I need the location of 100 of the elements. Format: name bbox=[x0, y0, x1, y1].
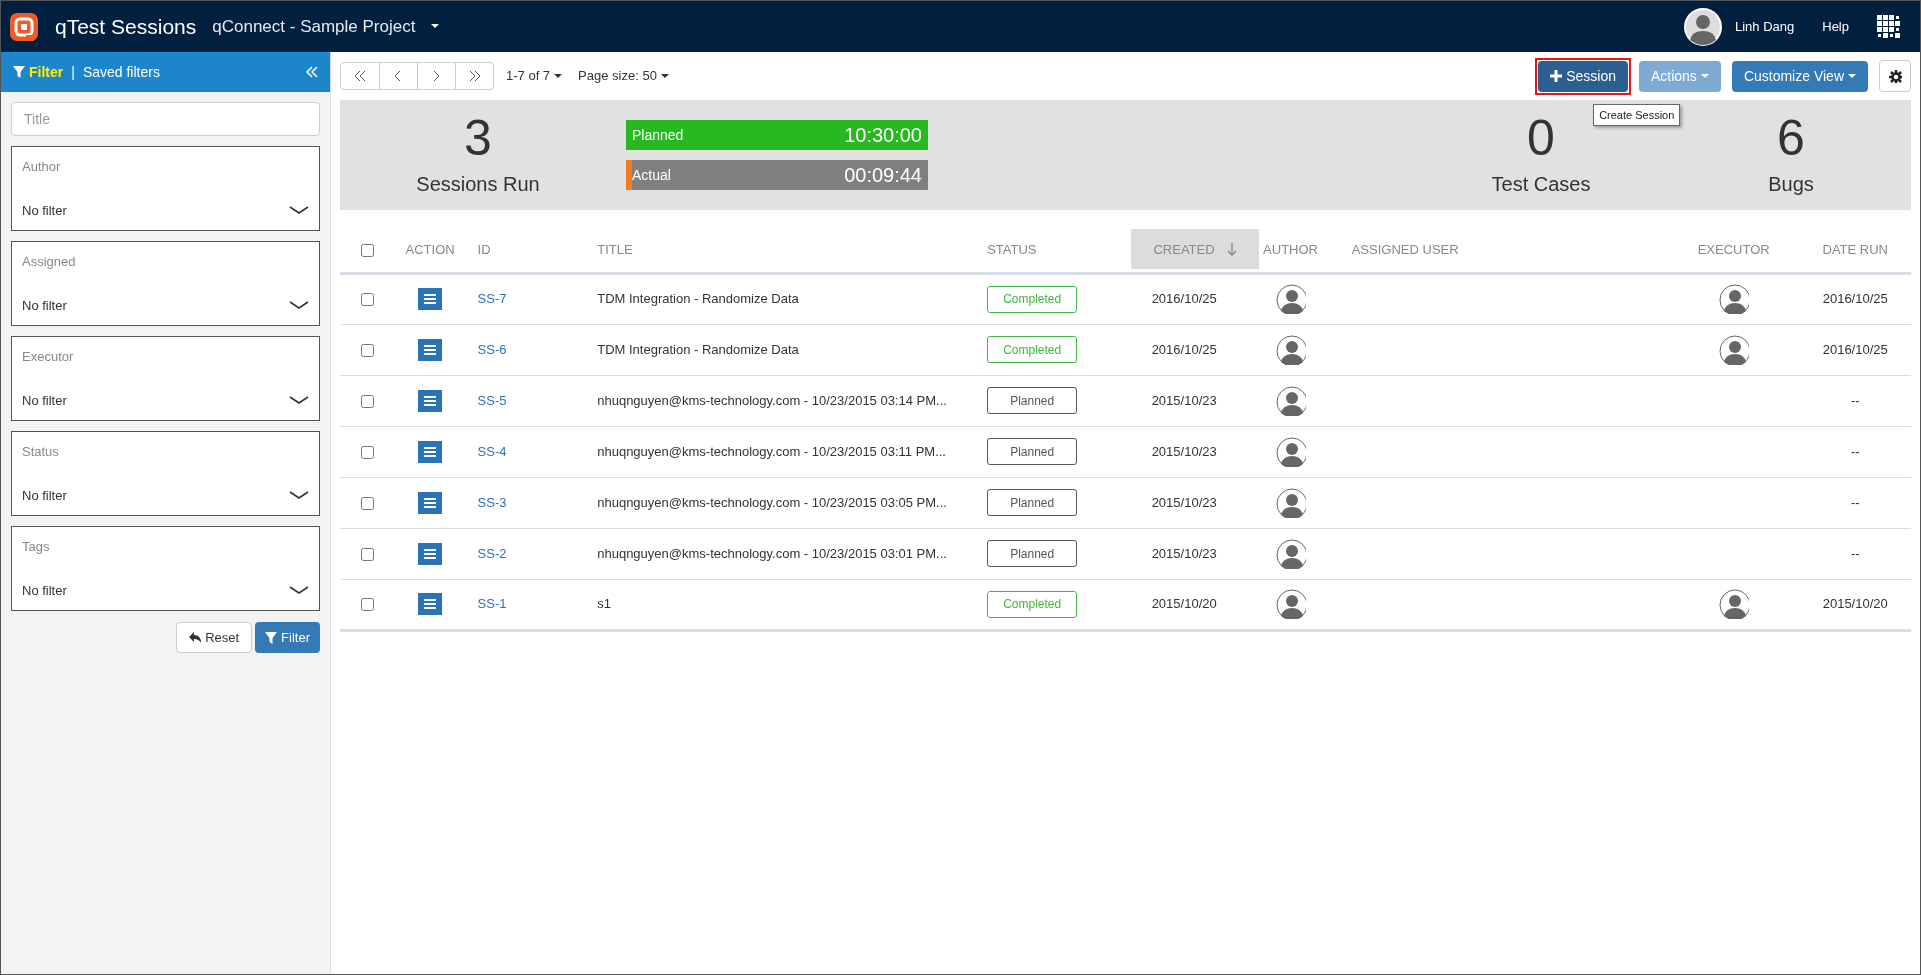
column-header[interactable]: STATUS bbox=[987, 229, 1037, 270]
session-title: TDM Integration - Randomize Data bbox=[597, 341, 799, 357]
date-run: -- bbox=[1850, 443, 1860, 459]
column-header[interactable]: TITLE bbox=[597, 229, 633, 270]
session-id-link[interactable]: SS-5 bbox=[477, 392, 507, 408]
list-menu-icon[interactable] bbox=[418, 389, 443, 412]
user-name[interactable]: Linh Dang bbox=[1734, 16, 1795, 37]
first-page-icon[interactable] bbox=[354, 70, 366, 82]
session-title: TDM Integration - Randomize Data bbox=[597, 291, 799, 307]
column-header[interactable]: ASSIGNED USER bbox=[1351, 229, 1459, 270]
status-badge: Completed bbox=[987, 590, 1078, 618]
help-link[interactable]: Help bbox=[1822, 16, 1849, 37]
session-id-link[interactable]: SS-6 bbox=[477, 341, 507, 357]
session-title: nhuqnguyen@kms-technology.com - 10/23/2015 03:11 PM... bbox=[597, 443, 946, 459]
session-id-link[interactable]: SS-1 bbox=[477, 596, 507, 612]
row-checkbox[interactable] bbox=[360, 343, 374, 357]
date-run: -- bbox=[1850, 392, 1860, 408]
status-badge: Planned bbox=[987, 489, 1078, 516]
author-avatar bbox=[1275, 538, 1306, 569]
caret-icon bbox=[1700, 74, 1709, 78]
session-id-link[interactable]: SS-4 bbox=[477, 443, 507, 459]
new-session-button[interactable]: Session bbox=[1538, 60, 1628, 92]
executor-avatar bbox=[1718, 589, 1749, 619]
column-header[interactable]: ID bbox=[477, 229, 491, 270]
session-id-link[interactable]: SS-3 bbox=[477, 494, 507, 510]
date-run: 2016/10/25 bbox=[1822, 291, 1888, 307]
list-menu-icon[interactable] bbox=[418, 491, 443, 514]
user-avatar[interactable] bbox=[1682, 6, 1723, 47]
last-page-icon[interactable] bbox=[468, 70, 481, 82]
author-avatar bbox=[1275, 487, 1306, 518]
test-cases-label: Test Cases bbox=[1491, 172, 1591, 197]
filter-label: Assigned bbox=[22, 253, 77, 271]
executor-avatar bbox=[1718, 334, 1749, 365]
list-menu-icon[interactable] bbox=[418, 338, 443, 361]
session-id-link[interactable]: SS-7 bbox=[477, 291, 507, 307]
apps-grid-icon[interactable] bbox=[1877, 15, 1900, 38]
select-all-checkbox[interactable] bbox=[360, 243, 374, 257]
chevron-down-icon bbox=[289, 395, 309, 405]
time-bar-label: Planned bbox=[632, 125, 684, 145]
created-date: 2015/10/23 bbox=[1151, 443, 1217, 459]
filter-icon bbox=[13, 66, 25, 78]
session-title: nhuqnguyen@kms-technology.com - 10/23/2015 03:01 PM... bbox=[597, 545, 947, 561]
bugs-label: Bugs bbox=[1768, 172, 1814, 197]
session-id-link[interactable]: SS-2 bbox=[477, 545, 507, 561]
customize-view-button[interactable]: Customize View bbox=[1731, 60, 1868, 92]
list-menu-icon[interactable] bbox=[418, 288, 443, 310]
project-dropdown[interactable]: qConnect - Sample Project bbox=[212, 13, 441, 40]
date-run: -- bbox=[1850, 545, 1860, 561]
row-checkbox[interactable] bbox=[360, 598, 374, 612]
date-run: -- bbox=[1850, 494, 1860, 510]
column-header[interactable]: ACTION bbox=[405, 229, 455, 270]
chevron-down-icon bbox=[289, 585, 309, 595]
created-date: 2015/10/23 bbox=[1151, 545, 1217, 561]
filter-dropdown[interactable]: No filter bbox=[22, 580, 309, 600]
logo-icon bbox=[9, 11, 39, 42]
filter-dropdown[interactable]: No filter bbox=[22, 295, 309, 315]
session-title: s1 bbox=[597, 596, 611, 612]
settings-button[interactable] bbox=[1879, 60, 1911, 92]
filter-tab[interactable]: Saved filters bbox=[82, 61, 160, 83]
filter-dropdown[interactable]: No filter bbox=[22, 200, 309, 220]
title-field[interactable]: Title bbox=[11, 102, 320, 136]
created-date: 2015/10/23 bbox=[1151, 494, 1217, 510]
range-dropdown[interactable]: 1-7 of 7 bbox=[506, 66, 563, 86]
status-badge: Completed bbox=[987, 285, 1078, 313]
settings-icon bbox=[1888, 69, 1902, 83]
author-avatar bbox=[1275, 334, 1306, 365]
caret-icon bbox=[660, 74, 669, 78]
date-run: 2015/10/20 bbox=[1822, 596, 1888, 612]
status-badge: Completed bbox=[987, 336, 1078, 363]
reset-button[interactable]: Reset bbox=[176, 622, 253, 653]
column-header[interactable]: EXECUTOR bbox=[1697, 229, 1770, 270]
row-checkbox[interactable] bbox=[360, 293, 374, 307]
status-badge: Planned bbox=[987, 540, 1078, 567]
row-checkbox[interactable] bbox=[360, 547, 374, 561]
created-date: 2015/10/20 bbox=[1151, 596, 1217, 612]
filter-dropdown[interactable]: No filter bbox=[22, 390, 309, 410]
date-run: 2016/10/25 bbox=[1822, 341, 1888, 357]
created-date: 2015/10/23 bbox=[1151, 392, 1217, 408]
row-checkbox[interactable] bbox=[360, 445, 374, 459]
filter-label: Tags bbox=[22, 538, 51, 556]
collapse-icon[interactable] bbox=[306, 66, 318, 78]
column-header[interactable]: DATE RUN bbox=[1822, 229, 1888, 270]
filter-icon bbox=[265, 631, 278, 644]
time-bar-value: 00:09:44 bbox=[844, 163, 922, 188]
status-badge: Planned bbox=[987, 387, 1078, 414]
sort-down-arrow-icon bbox=[1226, 242, 1237, 256]
page-size-dropdown[interactable]: Page size: 50 bbox=[578, 66, 669, 86]
filter-tab[interactable]: Filter bbox=[29, 61, 64, 83]
chevron-down-icon bbox=[289, 490, 309, 500]
row-checkbox[interactable] bbox=[360, 496, 374, 510]
row-checkbox[interactable] bbox=[360, 394, 374, 408]
author-avatar bbox=[1275, 284, 1306, 314]
created-date: 2016/10/25 bbox=[1151, 341, 1217, 357]
list-menu-icon[interactable] bbox=[418, 542, 443, 565]
separator: | bbox=[71, 62, 75, 82]
list-menu-icon[interactable] bbox=[418, 593, 443, 615]
filter-button[interactable]: Filter bbox=[255, 622, 320, 653]
filter-dropdown[interactable]: No filter bbox=[22, 485, 309, 505]
column-header[interactable]: AUTHOR bbox=[1263, 229, 1318, 270]
list-menu-icon[interactable] bbox=[418, 440, 443, 463]
